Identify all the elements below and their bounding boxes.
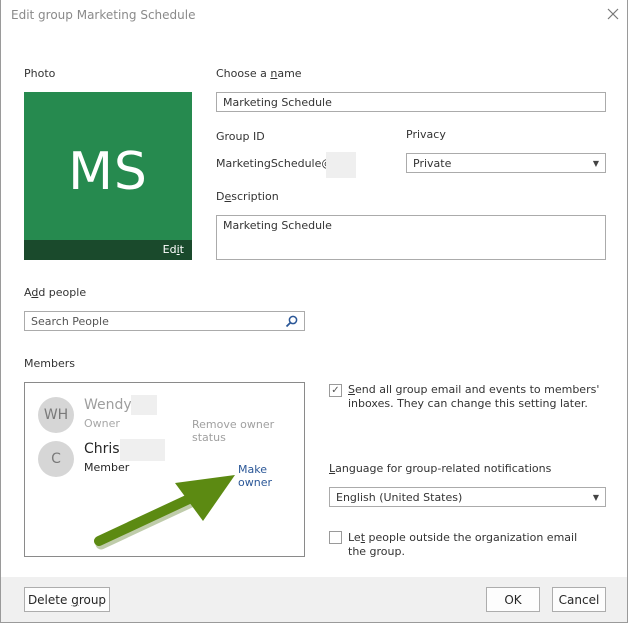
language-label: Language for group-related notifications <box>329 462 551 475</box>
annotation-arrow-icon <box>94 475 235 550</box>
outside-email-text: people outside the organization email th… <box>348 531 578 558</box>
description-label: Description <box>216 190 279 203</box>
add-people-label: Add people <box>24 286 86 299</box>
group-id-label: Group ID <box>216 130 265 143</box>
dropdown-arrow-icon: ▼ <box>592 158 599 168</box>
add-people-label-part: d people <box>38 286 87 299</box>
description-label-part: scription <box>231 190 279 203</box>
remove-owner-status-link[interactable]: Remove owner status <box>192 418 304 444</box>
privacy-label: Privacy <box>406 128 446 141</box>
cancel-button[interactable]: Cancel <box>552 587 606 612</box>
description-textarea[interactable]: Marketing Schedule <box>216 215 606 260</box>
outside-email-label: Let people outside the organization emai… <box>348 531 598 559</box>
dropdown-arrow-icon: ▼ <box>592 492 599 502</box>
member-name: Wendy <box>84 397 132 413</box>
send-email-accel: S <box>348 383 355 396</box>
delete-text: Delete <box>27 592 72 607</box>
privacy-value: Private <box>413 156 452 170</box>
edit-group-dialog: Edit group Marketing Schedule Photo MS E… <box>0 0 628 623</box>
group-id-value: MarketingSchedule@ <box>216 157 333 170</box>
members-list: WH Wendy Owner Remove owner status C Chr… <box>24 382 305 557</box>
ok-button[interactable]: OK <box>486 587 540 612</box>
language-value: English (United States) <box>336 490 463 504</box>
avatar: C <box>38 441 74 477</box>
delete-group-button[interactable]: Delete g roup <box>24 587 110 612</box>
delete-text: roup <box>78 592 107 607</box>
close-icon[interactable] <box>605 6 621 22</box>
member-name: Chris <box>84 441 120 457</box>
members-label: Members <box>24 357 75 370</box>
photo-label: Photo <box>24 67 56 80</box>
group-photo: MS Edit <box>24 92 192 260</box>
send-email-checkbox[interactable]: ✓ <box>329 384 342 397</box>
name-label: Choose a name <box>216 67 302 80</box>
name-label-part: Choose a <box>216 67 271 80</box>
edit-photo-button[interactable]: Edit <box>24 240 192 260</box>
redacted-surname <box>131 395 157 415</box>
member-role: Owner <box>84 417 120 430</box>
search-placeholder: Search People <box>31 314 109 328</box>
group-name-input[interactable]: Marketing Schedule <box>216 92 606 112</box>
group-name-value: Marketing Schedule <box>223 95 332 109</box>
avatar: WH <box>38 397 74 433</box>
name-label-part: ame <box>277 67 302 80</box>
dialog-title: Edit group Marketing Schedule <box>11 8 196 22</box>
search-icon[interactable] <box>285 315 298 328</box>
send-email-label: Send all group email and events to membe… <box>348 383 608 411</box>
checkmark-icon: ✓ <box>331 385 340 396</box>
language-text: anguage for group-related notifications <box>335 462 552 475</box>
description-value: Marketing Schedule <box>223 219 332 232</box>
dialog-footer: Delete g roup OK Cancel <box>1 577 627 622</box>
make-owner-link[interactable]: Make owner <box>238 463 304 489</box>
privacy-select[interactable]: Private ▼ <box>406 153 606 173</box>
edit-label-part: Ed <box>162 243 177 256</box>
group-initials: MS <box>68 142 148 202</box>
redacted-surname <box>120 439 165 461</box>
send-email-text: end all group email and events to member… <box>348 383 600 410</box>
edit-label-part: t <box>179 243 184 256</box>
search-people-input[interactable]: Search People <box>24 311 305 331</box>
language-select[interactable]: English (United States) ▼ <box>329 487 606 507</box>
redacted-domain <box>326 152 356 178</box>
outside-email-text: Le <box>348 531 361 544</box>
delete-accel: g <box>71 592 79 607</box>
outside-email-checkbox[interactable] <box>329 531 342 544</box>
